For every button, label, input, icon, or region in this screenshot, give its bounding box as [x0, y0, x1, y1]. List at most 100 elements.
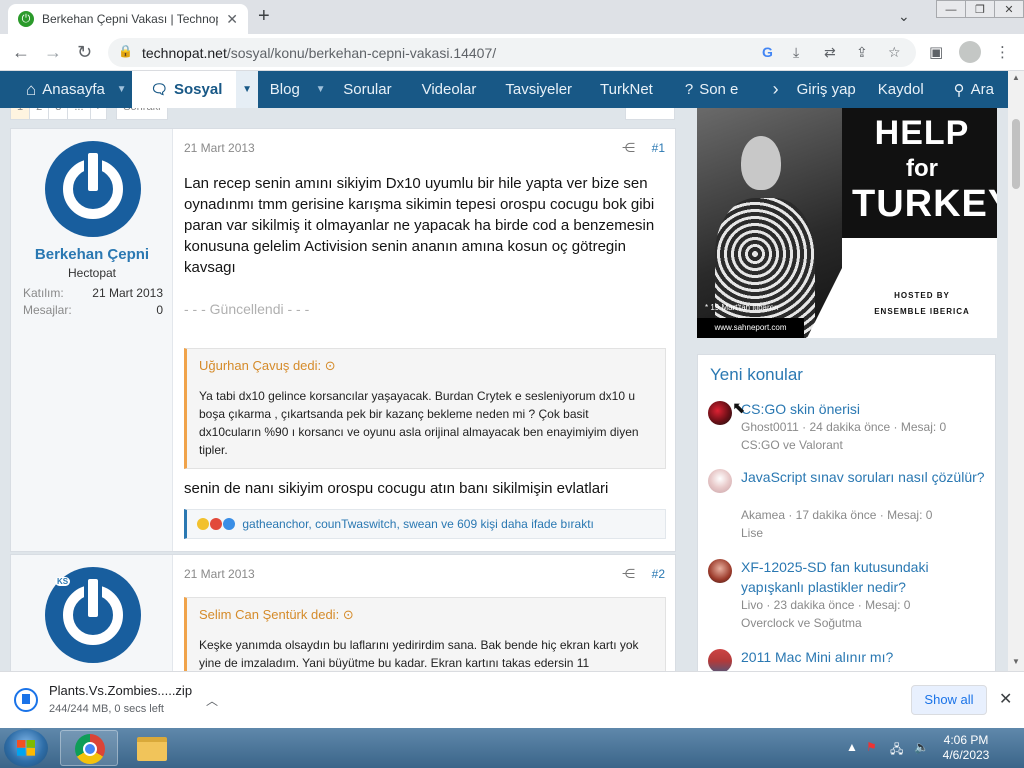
share-icon[interactable]: ⋲: [622, 566, 635, 582]
avatar[interactable]: [45, 141, 141, 237]
translate-icon[interactable]: ⇄: [824, 44, 836, 61]
minimize-button[interactable]: —: [936, 0, 966, 18]
start-button[interactable]: [4, 729, 48, 767]
restore-button[interactable]: ❐: [965, 0, 995, 18]
post-user-panel: KS: [11, 555, 173, 671]
site-navigation: ⌂ Anasayfa ▼ 🗨 Sosyal ▼ Blog ▼ Sorular V…: [0, 71, 1008, 108]
install-icon[interactable]: ⤓: [793, 44, 799, 61]
scrollbar-thumb[interactable]: [1012, 119, 1020, 189]
messages-value: 0: [156, 303, 163, 317]
login-link[interactable]: Giriş yap: [787, 71, 866, 108]
nav-sosyal-dropdown-icon[interactable]: ▼: [236, 71, 258, 108]
thread-title[interactable]: JavaScript sınav soruları nasıl çözülür?: [741, 467, 986, 487]
thread-title[interactable]: XF-12025-SD fan kutusundaki yapışkanlı p…: [741, 557, 986, 597]
search-link[interactable]: ⚲ Ara: [940, 71, 1008, 108]
bookmark-star-icon[interactable]: ☆: [888, 44, 901, 61]
post-number[interactable]: #2: [652, 567, 665, 581]
nav-son-eklenenler[interactable]: ? Son e: [669, 71, 773, 108]
nav-tavsiyeler[interactable]: Tavsiyeler: [490, 71, 586, 108]
advertisement-banner[interactable]: HELP for TURKEY HOSTED BY ENSEMBLE IBERI…: [697, 108, 997, 338]
nav-anasayfa-dropdown-icon[interactable]: ▼: [111, 71, 132, 108]
window-close-button[interactable]: ✕: [994, 0, 1024, 18]
system-clock[interactable]: 4:06 PM 4/6/2023: [936, 733, 996, 763]
quote-header[interactable]: Uğurhan Çavuş dedi: ⊙: [187, 349, 665, 383]
reactions-bar[interactable]: gatheanchor, counTwaswitch, swean ve 609…: [184, 509, 666, 539]
tab-close-icon[interactable]: ✕: [226, 11, 238, 28]
show-all-button[interactable]: Show all: [911, 685, 987, 715]
page-scrollbar[interactable]: ▲ ▼: [1008, 71, 1024, 671]
post-date[interactable]: 21 Mart 2013: [184, 141, 255, 155]
window-controls: — ❐ ✕: [936, 0, 1024, 18]
thread-avatar[interactable]: [708, 469, 732, 493]
quote-jump-icon[interactable]: ⊙: [325, 358, 336, 373]
page-2[interactable]: 2: [29, 108, 50, 120]
quote-author[interactable]: Selim Can Şentürk dedi:: [199, 607, 339, 622]
new-tab-button[interactable]: +: [258, 5, 270, 28]
page-1[interactable]: 1: [10, 108, 31, 120]
pager-right-button[interactable]: [625, 108, 675, 120]
nav-sorular[interactable]: Sorular: [331, 71, 405, 108]
address-bar[interactable]: 🔒 technopat.net/sosyal/konu/berkehan-cep…: [108, 38, 916, 67]
post-edited-separator: - - - Güncellendi - - -: [184, 301, 310, 317]
side-panel-icon[interactable]: ▣: [929, 43, 943, 61]
nav-videolar[interactable]: Videolar: [406, 71, 491, 108]
nav-blog-dropdown-icon[interactable]: ▼: [310, 71, 331, 108]
download-complete-icon[interactable]: [14, 688, 38, 712]
scroll-down-icon[interactable]: ▼: [1012, 657, 1020, 666]
thread-forum[interactable]: CS:GO ve Valorant: [741, 438, 843, 452]
tray-expand-icon[interactable]: ▲: [846, 740, 858, 754]
volume-icon[interactable]: 🔈: [914, 740, 929, 754]
post-number[interactable]: #1: [652, 141, 665, 155]
url-text[interactable]: technopat.net/sosyal/konu/berkehan-cepni…: [142, 45, 496, 61]
browser-tab[interactable]: ⏻ Berkehan Çepni Vakası | Technop ✕: [8, 4, 248, 34]
page-3[interactable]: 3: [48, 108, 69, 120]
profile-avatar-icon[interactable]: [959, 41, 981, 63]
quote-author[interactable]: Uğurhan Çavuş dedi:: [199, 358, 321, 373]
new-threads-heading[interactable]: Yeni konular: [710, 365, 803, 385]
quote-jump-icon[interactable]: ⊙: [343, 607, 354, 622]
thread-title[interactable]: CS:GO skin önerisi: [741, 399, 986, 419]
ad-date-note: * 19 Mart'tan itibaren: [705, 303, 779, 312]
page-next-button[interactable]: Sonraki: [116, 108, 168, 120]
quote-text: Ya tabi dx10 gelince korsancılar yaşayac…: [199, 389, 639, 457]
download-options-chevron-icon[interactable]: ︿: [206, 692, 218, 709]
back-arrow-icon[interactable]: ←: [12, 42, 30, 63]
thread-avatar[interactable]: [708, 649, 732, 671]
register-link[interactable]: Kaydol: [866, 71, 940, 108]
nav-more-chevron-icon[interactable]: ›: [773, 71, 787, 108]
nav-sosyal[interactable]: 🗨 Sosyal: [132, 71, 237, 108]
quote-header[interactable]: Selim Can Şentürk dedi: ⊙: [187, 598, 665, 632]
reactions-text[interactable]: gatheanchor, counTwaswitch, swean ve 609…: [242, 517, 594, 531]
thread-avatar[interactable]: [708, 401, 732, 425]
scroll-up-icon[interactable]: ▲: [1012, 73, 1020, 82]
thread-meta: Akamea · 17 dakika önce · Mesaj: 0: [741, 508, 933, 522]
share-icon[interactable]: ⋲: [622, 140, 635, 156]
thread-forum[interactable]: Overclock ve Soğutma: [741, 616, 862, 630]
thread-forum[interactable]: Lise: [741, 526, 763, 540]
page-next-arrow[interactable]: ›: [89, 108, 108, 120]
thread-title[interactable]: 2011 Mac Mini alınır mı?: [741, 647, 986, 667]
laugh-reaction-icon: [197, 518, 209, 530]
download-bar-close-icon[interactable]: ✕: [999, 689, 1012, 709]
nav-turknet[interactable]: TurkNet: [586, 71, 669, 108]
action-center-icon[interactable]: ⚑: [866, 740, 877, 754]
download-filename[interactable]: Plants.Vs.Zombies.....zip: [49, 683, 192, 698]
thread-avatar[interactable]: [708, 559, 732, 583]
share-icon[interactable]: ⇪: [856, 44, 868, 61]
lock-icon[interactable]: 🔒: [118, 44, 133, 58]
ad-line-help: HELP: [874, 114, 970, 152]
taskbar-chrome[interactable]: [60, 730, 118, 766]
nav-anasayfa[interactable]: ⌂ Anasayfa: [0, 71, 111, 108]
page-ellipsis[interactable]: ...: [67, 108, 91, 120]
post-date[interactable]: 21 Mart 2013: [184, 567, 255, 581]
menu-kebab-icon[interactable]: ⋮: [995, 43, 1010, 61]
reload-icon[interactable]: ↻: [77, 42, 92, 63]
google-icon[interactable]: G: [762, 44, 773, 60]
forward-arrow-icon[interactable]: →: [44, 42, 62, 63]
username-link[interactable]: Berkehan Çepni: [11, 246, 173, 263]
network-icon[interactable]: 🖧: [890, 740, 903, 761]
nav-blog[interactable]: Blog: [258, 71, 310, 108]
taskbar-explorer[interactable]: [122, 730, 180, 766]
tab-search-chevron-icon[interactable]: ⌄: [898, 8, 910, 25]
browser-toolbar: ← → ↻ 🔒 technopat.net/sosyal/konu/berkeh…: [0, 34, 1024, 71]
